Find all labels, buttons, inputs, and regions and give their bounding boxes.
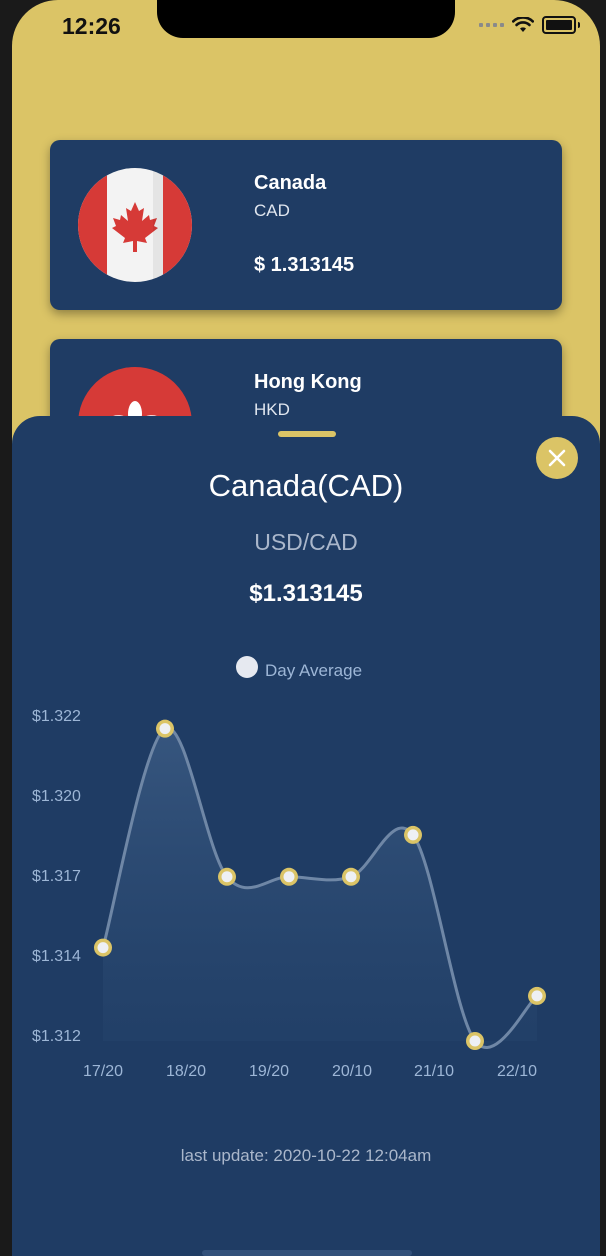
x-tick-label: 21/10: [414, 1063, 454, 1076]
currency-detail-sheet: Canada(CAD) USD/CAD $1.313145 Day Averag…: [12, 416, 600, 1256]
x-tick-label: 18/20: [166, 1063, 206, 1076]
last-update-text: last update: 2020-10-22 12:04am: [180, 1146, 432, 1165]
x-tick-label: 20/10: [332, 1063, 372, 1076]
card-currency-code: CAD: [254, 201, 290, 220]
rate-line-chart: Day Average $1.322 $1.320 $1.317 $1.314 $1.3…: [32, 656, 546, 1076]
sheet-grabber[interactable]: [278, 431, 336, 437]
home-indicator: [202, 1250, 412, 1256]
battery-icon: [542, 16, 576, 34]
y-tick-label: $1.320: [32, 788, 81, 805]
currency-card-canada[interactable]: Canada CAD $ 1.313145: [50, 140, 562, 310]
card-country-name: Canada: [254, 172, 327, 194]
x-tick-label: 22/10: [497, 1063, 537, 1076]
legend-label: Day Average: [265, 661, 362, 680]
data-point-center: [469, 1035, 481, 1047]
status-icons: [479, 16, 580, 34]
y-tick-label: $1.314: [32, 948, 81, 965]
data-point-center: [283, 871, 295, 883]
legend-marker: [236, 656, 258, 678]
data-point-center: [97, 942, 109, 954]
canada-flag-icon: [78, 168, 192, 282]
device-notch: [157, 0, 455, 38]
detail-title: Canada(CAD): [208, 468, 404, 503]
data-point-center: [407, 829, 419, 841]
close-icon: [548, 449, 566, 467]
data-point-center: [221, 871, 233, 883]
detail-rate: $1.313145: [249, 580, 363, 607]
data-point-center: [345, 871, 357, 883]
x-tick-label: 19/20: [249, 1063, 289, 1076]
status-time: 12:26: [62, 13, 121, 39]
currency-pair: USD/CAD: [254, 529, 358, 555]
card-country-name: Hong Kong: [254, 371, 362, 393]
data-point-center: [159, 723, 171, 735]
y-tick-label: $1.322: [32, 708, 81, 725]
series-area: [103, 727, 537, 1048]
y-tick-label: $1.317: [32, 868, 81, 885]
card-rate: $ 1.313145: [254, 254, 355, 276]
data-point-center: [531, 990, 543, 1002]
wifi-icon: [512, 17, 534, 32]
app-screen: 12:26 Canada CAD $ 1.313145 Hong Kong HK…: [12, 0, 600, 1256]
cellular-signal-icon: [479, 23, 504, 27]
y-tick-label: $1.312: [32, 1028, 81, 1045]
x-tick-label: 17/20: [83, 1063, 123, 1076]
